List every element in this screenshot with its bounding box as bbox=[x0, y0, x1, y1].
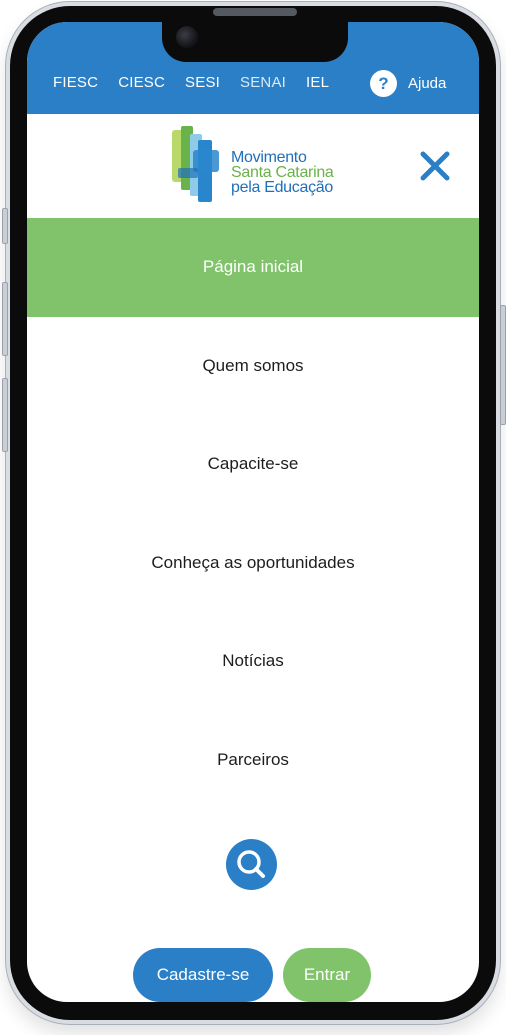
volume-button-down bbox=[2, 378, 8, 452]
search-icon bbox=[237, 850, 265, 878]
logo-line-3: pela Educação bbox=[231, 179, 333, 196]
partner-links: FIESC CIESC SESI SENAI IEL bbox=[53, 74, 349, 91]
brand-header: Movimento Santa Catarina pela Educação bbox=[27, 114, 479, 218]
menu-item-noticias[interactable]: Notícias bbox=[27, 612, 479, 711]
help-button[interactable]: ? Ajuda bbox=[370, 70, 446, 97]
link-fiesc[interactable]: FIESC bbox=[53, 74, 98, 91]
menu-item-pagina-inicial[interactable]: Página inicial bbox=[27, 218, 479, 317]
login-button[interactable]: Entrar bbox=[283, 948, 371, 1002]
link-sesi[interactable]: SESI bbox=[185, 74, 220, 91]
logo[interactable]: Movimento Santa Catarina pela Educação bbox=[169, 124, 339, 208]
power-button bbox=[500, 305, 506, 425]
menu-item-oportunidades[interactable]: Conheça as oportunidades bbox=[27, 514, 479, 613]
volume-button-up bbox=[2, 282, 8, 356]
volume-button-top bbox=[2, 208, 8, 244]
menu-item-parceiros[interactable]: Parceiros bbox=[27, 711, 479, 810]
signup-button[interactable]: Cadastre-se bbox=[133, 948, 273, 1002]
close-menu-button[interactable] bbox=[417, 148, 453, 184]
link-iel[interactable]: IEL bbox=[306, 74, 329, 91]
logo-line-2: Santa Catarina bbox=[231, 164, 334, 181]
link-ciesc[interactable]: CIESC bbox=[118, 74, 165, 91]
help-label: Ajuda bbox=[408, 75, 447, 92]
logo-mark-icon bbox=[172, 126, 219, 202]
logo-text: Movimento Santa Catarina pela Educação bbox=[231, 149, 334, 196]
menu-item-quem-somos[interactable]: Quem somos bbox=[27, 317, 479, 416]
help-icon: ? bbox=[370, 70, 397, 97]
main-menu: Página inicial Quem somos Capacite-se Co… bbox=[27, 218, 479, 809]
speaker-grille bbox=[213, 8, 297, 16]
link-senai[interactable]: SENAI bbox=[240, 74, 286, 91]
logo-line-1: Movimento bbox=[231, 149, 307, 166]
close-icon bbox=[420, 151, 450, 181]
front-camera bbox=[176, 26, 198, 48]
app-screen: FIESC CIESC SESI SENAI IEL ? Ajuda Movim… bbox=[27, 22, 479, 1002]
search-button[interactable] bbox=[226, 839, 277, 890]
menu-item-capacite-se[interactable]: Capacite-se bbox=[27, 415, 479, 514]
